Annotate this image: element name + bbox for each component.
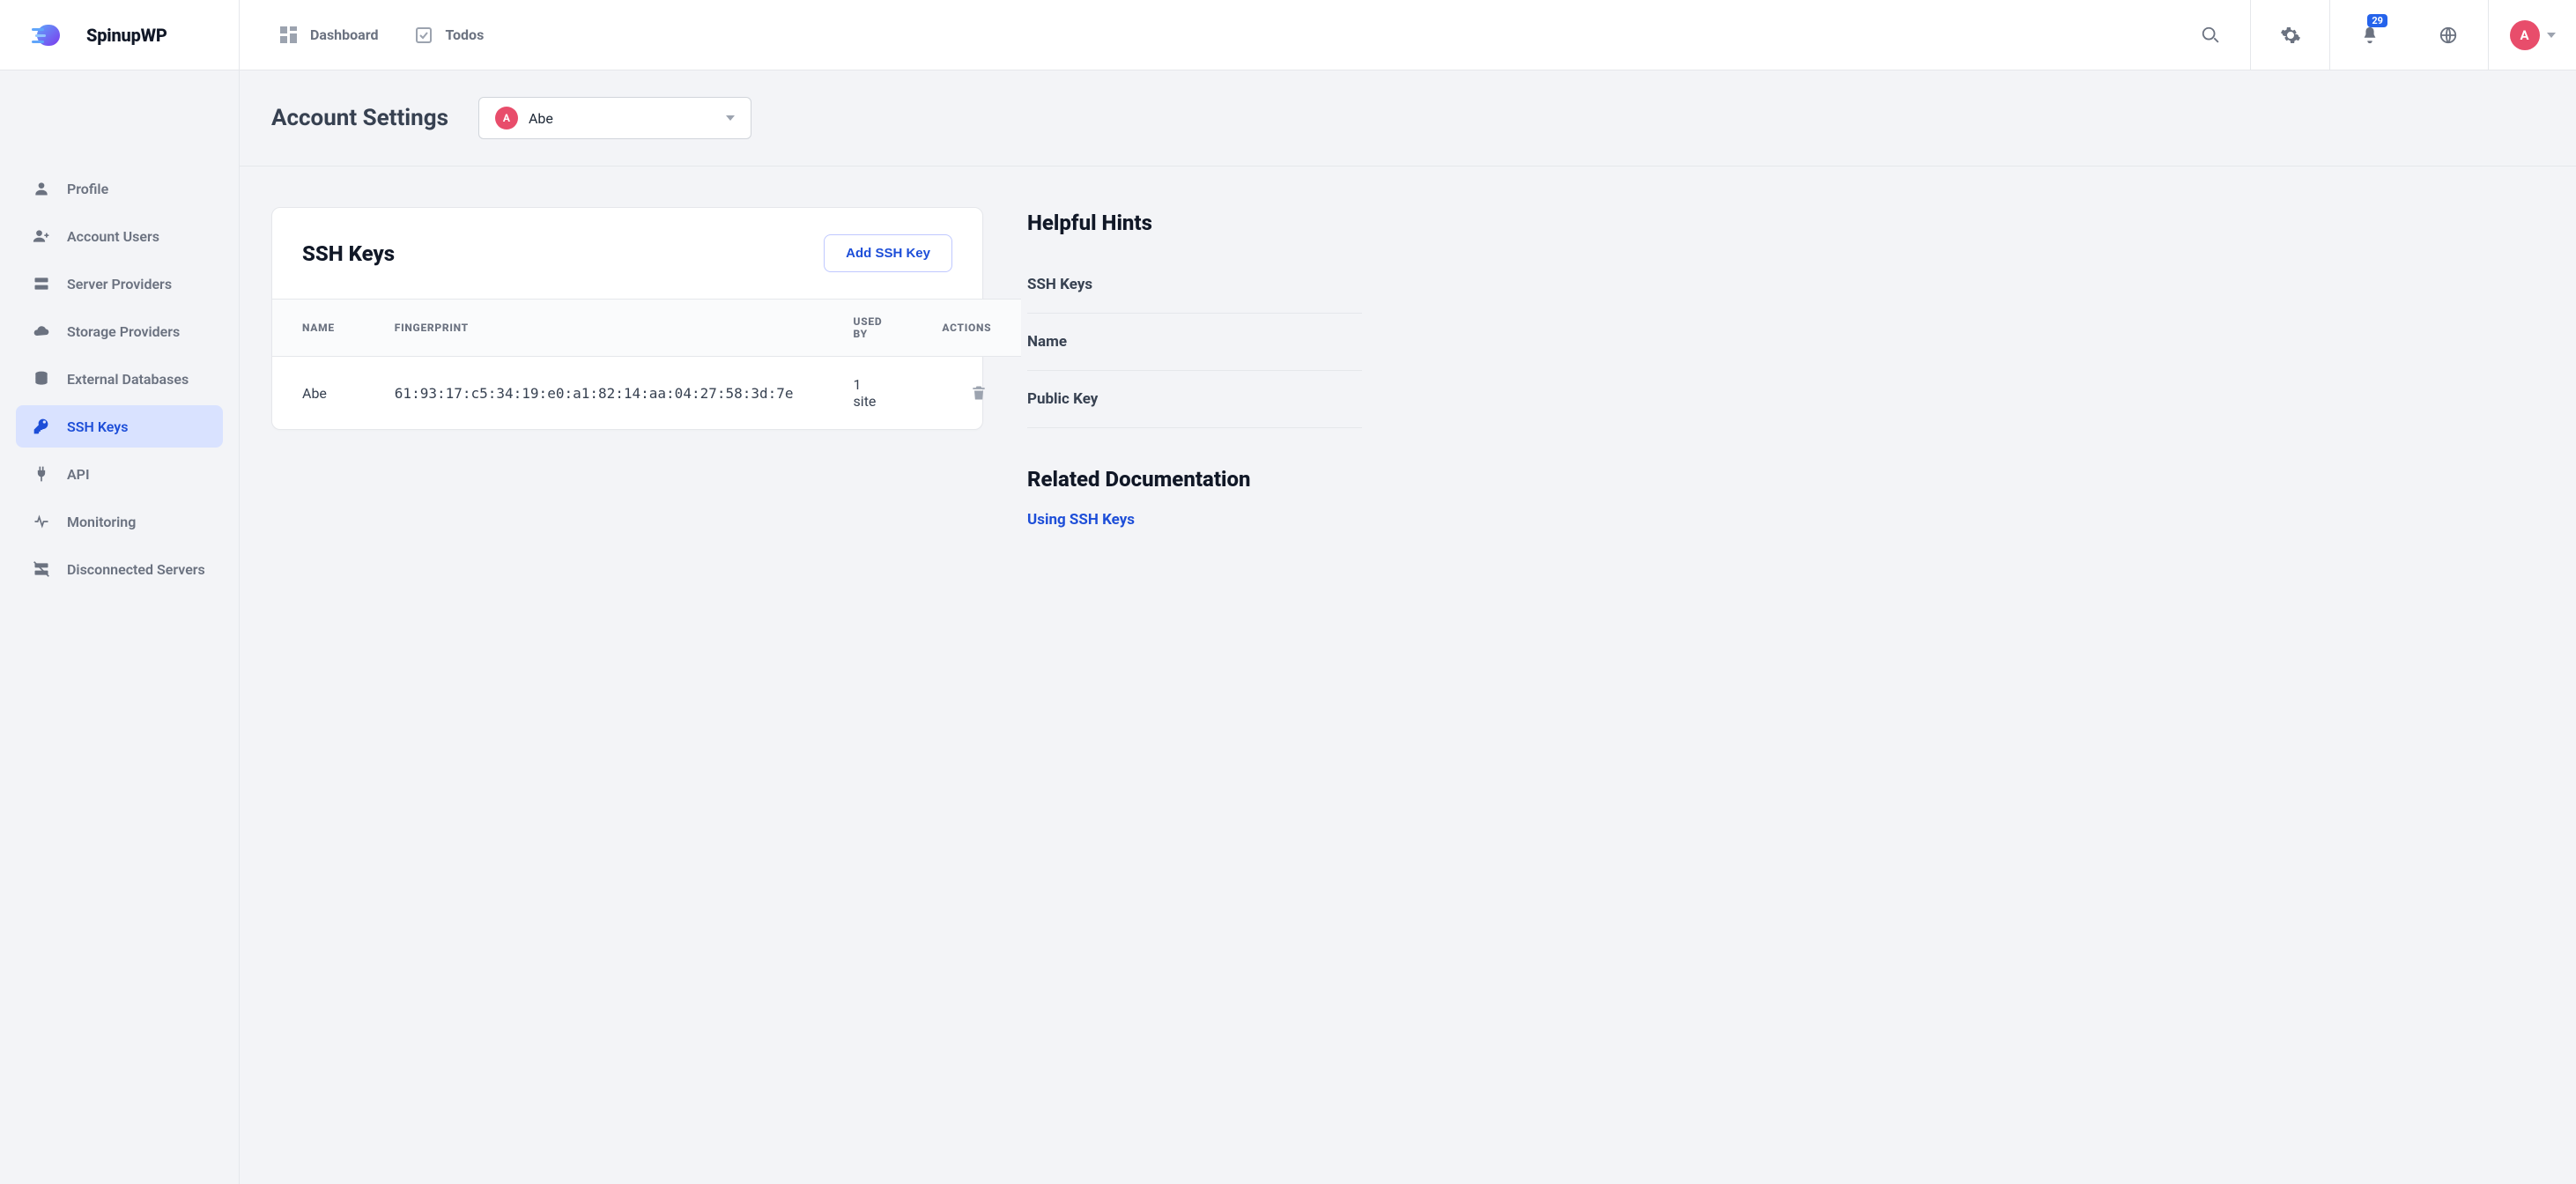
main: Account Settings A Abe SSH Keys Add SSH … <box>240 70 2576 1184</box>
gear-icon <box>2280 25 2301 46</box>
database-icon <box>32 370 51 388</box>
nav-dashboard-label: Dashboard <box>310 26 378 43</box>
table-row: Abe 61:93:17:c5:34:19:e0:a1:82:14:aa:04:… <box>272 357 1021 430</box>
card-header: SSH Keys Add SSH Key <box>272 208 982 299</box>
col-fingerprint: FINGERPRINT <box>365 300 824 357</box>
notification-badge: 29 <box>2367 14 2387 27</box>
user-avatar: A <box>2510 20 2540 50</box>
card-title: SSH Keys <box>302 241 395 266</box>
user-menu[interactable]: A <box>2488 0 2576 70</box>
sidebar-item-server-providers[interactable]: Server Providers <box>16 263 223 305</box>
sidebar-item-monitoring[interactable]: Monitoring <box>16 500 223 543</box>
logo[interactable]: SpinupWP <box>32 21 167 49</box>
sidebar-item-external-databases[interactable]: External Databases <box>16 358 223 400</box>
account-selector[interactable]: A Abe <box>478 97 751 139</box>
help-button[interactable] <box>2409 0 2488 70</box>
account-avatar: A <box>495 107 518 130</box>
page-header: Account Settings A Abe <box>240 70 2576 166</box>
sidebar-item-label: Storage Providers <box>67 323 180 340</box>
add-ssh-key-button[interactable]: Add SSH Key <box>824 234 952 272</box>
content-row: SSH Keys Add SSH Key NAME FINGERPRINT US… <box>240 166 2576 569</box>
topbar-actions: 29 A <box>2171 0 2576 70</box>
col-usedby: USED BY <box>824 300 913 357</box>
dashboard-icon <box>280 26 298 44</box>
delete-key-button[interactable] <box>966 381 991 405</box>
account-selector-label: Abe <box>529 110 553 127</box>
chevron-down-icon <box>726 115 735 121</box>
hint-item-public-key[interactable]: Public Key <box>1027 371 1362 428</box>
sidebar-item-api[interactable]: API <box>16 453 223 495</box>
ssh-keys-table: NAME FINGERPRINT USED BY ACTIONS Abe 61:… <box>272 299 1021 429</box>
key-fingerprint: 61:93:17:c5:34:19:e0:a1:82:14:aa:04:27:5… <box>365 357 824 430</box>
col-name: NAME <box>272 300 365 357</box>
settings-button[interactable] <box>2250 0 2329 70</box>
cloud-icon <box>32 322 51 340</box>
sidebar-item-label: SSH Keys <box>67 418 128 435</box>
profile-icon <box>32 180 51 197</box>
sidebar-item-label: Monitoring <box>67 514 136 530</box>
sidebar-item-account-users[interactable]: Account Users <box>16 215 223 257</box>
hint-item-name[interactable]: Name <box>1027 314 1362 371</box>
sidebar-list: Profile Account Users Server Providers S… <box>0 167 239 590</box>
plug-icon <box>32 465 51 483</box>
globe-icon <box>2439 26 2458 45</box>
settings-sidebar: Profile Account Users Server Providers S… <box>0 70 240 1184</box>
search-button[interactable] <box>2171 0 2250 70</box>
sidebar-item-label: External Databases <box>67 371 189 388</box>
nav-todos[interactable]: Todos <box>415 26 484 44</box>
sidebar-item-label: Disconnected Servers <box>67 561 205 578</box>
hints-panel: Helpful Hints SSH Keys Name Public Key R… <box>1027 207 1362 529</box>
ssh-keys-card: SSH Keys Add SSH Key NAME FINGERPRINT US… <box>271 207 983 430</box>
doc-link-using-ssh-keys[interactable]: Using SSH Keys <box>1027 511 1135 529</box>
sidebar-item-ssh-keys[interactable]: SSH Keys <box>16 405 223 448</box>
key-icon <box>32 418 51 435</box>
server-icon <box>32 275 51 292</box>
heartbeat-icon <box>32 513 51 530</box>
hints-list: SSH Keys Name Public Key <box>1027 256 1362 428</box>
logo-icon <box>32 21 74 49</box>
disconnected-icon <box>32 560 51 578</box>
top-nav: Dashboard Todos <box>240 0 2171 70</box>
sidebar-item-label: Server Providers <box>67 276 172 292</box>
notifications-button[interactable]: 29 <box>2329 0 2409 70</box>
key-used-by: 1 site <box>824 357 913 430</box>
hints-heading: Helpful Hints <box>1027 211 1362 235</box>
bell-icon <box>2360 26 2380 45</box>
topbar: SpinupWP Dashboard Todos <box>0 0 2576 70</box>
sidebar-item-label: Profile <box>67 181 108 197</box>
search-icon <box>2201 26 2220 45</box>
key-name: Abe <box>272 357 365 430</box>
logo-cell: SpinupWP <box>0 0 240 70</box>
page-title: Account Settings <box>271 105 448 131</box>
sidebar-item-profile[interactable]: Profile <box>16 167 223 210</box>
sidebar-item-storage-providers[interactable]: Storage Providers <box>16 310 223 352</box>
hint-item-ssh-keys[interactable]: SSH Keys <box>1027 256 1362 314</box>
chevron-down-icon <box>2547 33 2556 38</box>
nav-dashboard[interactable]: Dashboard <box>280 26 378 44</box>
users-icon <box>32 227 51 245</box>
trash-icon <box>970 384 988 402</box>
sidebar-item-label: Account Users <box>67 228 159 245</box>
shell: Profile Account Users Server Providers S… <box>0 70 2576 1184</box>
nav-todos-label: Todos <box>445 26 484 43</box>
col-actions: ACTIONS <box>912 300 1021 357</box>
sidebar-item-label: API <box>67 466 90 483</box>
docs-heading: Related Documentation <box>1027 467 1362 492</box>
todos-icon <box>415 26 433 44</box>
sidebar-item-disconnected-servers[interactable]: Disconnected Servers <box>16 548 223 590</box>
logo-text: SpinupWP <box>86 25 167 46</box>
